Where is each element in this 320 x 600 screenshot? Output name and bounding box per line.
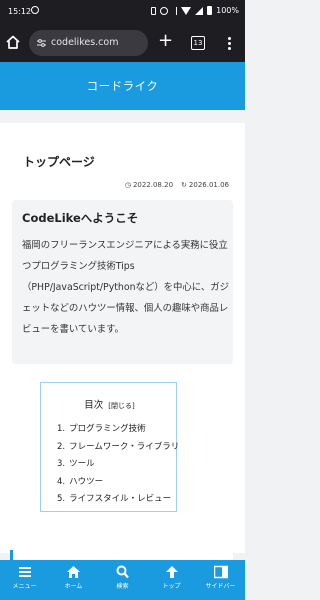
battery-icon (207, 6, 213, 15)
intro-heading: CodeLikeへようこそ (22, 211, 139, 225)
tab-switcher-button[interactable]: 13 (191, 36, 205, 50)
arrow-up-icon (165, 566, 178, 578)
signal-icon (195, 6, 204, 15)
wifi-icon (181, 6, 192, 15)
nav-menu[interactable]: メニュー (0, 560, 49, 600)
nav-sidebar[interactable]: サイドバー (196, 560, 245, 600)
home-icon (67, 566, 80, 578)
nav-label: 検索 (116, 583, 129, 590)
toc-item[interactable]: 5. ライフスタイル・レビュー (57, 492, 179, 510)
menu-icon (18, 567, 31, 577)
toc-header: 目次 [閉じる] (41, 397, 178, 411)
toc-toggle[interactable]: [閉じる] (108, 402, 134, 410)
status-time: 15:12 (8, 7, 32, 16)
status-icons: 100% (151, 6, 239, 15)
nav-search[interactable]: 検索 (98, 560, 147, 600)
nav-label: サイドバー (205, 583, 236, 590)
nav-label: ホーム (64, 583, 83, 590)
toc-item[interactable]: 2. フレームワーク・ライブラリ (57, 440, 179, 458)
toc-list: 1. プログラミング技術 2. フレームワーク・ライブラリ 3. ツール 4. ハウツー… (57, 422, 179, 510)
search-icon (116, 565, 129, 579)
alarm-icon (160, 6, 169, 15)
sidebar-icon (213, 565, 228, 579)
new-tab-button[interactable]: + (158, 32, 173, 50)
intro-box: CodeLikeへようこそ 福岡のフリーランスエンジニアによる実務に役立つプログ… (12, 200, 233, 364)
toc-item[interactable]: 1. プログラミング技術 (57, 422, 179, 440)
toc-item[interactable]: 4. ハウツー (57, 475, 179, 493)
status-bar: 15:12 100% (0, 0, 245, 24)
toc-title: 目次 (84, 400, 104, 411)
nav-top[interactable]: トップ (147, 560, 196, 600)
bluetooth-icon (172, 6, 178, 15)
site-settings-icon[interactable] (37, 39, 46, 47)
nav-home[interactable]: ホーム (49, 560, 98, 600)
main-content: トップページ 2022.08.20 2026.01.06 CodeLikeへよう… (0, 123, 245, 553)
page-title: トップページ (23, 155, 95, 169)
browser-toolbar: codelikes.com + 13 (0, 24, 245, 62)
toc-item[interactable]: 3. ツール (57, 457, 179, 475)
table-of-contents: 目次 [閉じる] 1. プログラミング技術 2. フレームワーク・ライブラリ 3. ツ… (40, 382, 179, 512)
url-text: codelikes.com (51, 37, 119, 48)
site-title[interactable]: コードライク (87, 79, 159, 93)
nav-label: メニュー (12, 583, 37, 590)
home-icon[interactable] (5, 34, 21, 50)
address-bar[interactable]: codelikes.com (29, 30, 148, 56)
vibrate-icon (151, 6, 157, 15)
updated-date: 2026.01.06 (181, 181, 229, 189)
post-dates: 2022.08.20 2026.01.06 (125, 181, 229, 189)
battery-percent: 100% (216, 6, 239, 15)
nav-label: トップ (162, 583, 181, 590)
more-menu-icon[interactable] (228, 35, 231, 51)
site-header: コードライク (0, 62, 245, 110)
sync-icon (31, 6, 39, 14)
published-date: 2022.08.20 (125, 181, 173, 189)
bottom-nav: メニュー ホーム 検索 トップ サイドバー (0, 560, 245, 600)
intro-text: 福岡のフリーランスエンジニアによる実務に役立つプログラミング技術Tips（PHP… (22, 240, 230, 335)
